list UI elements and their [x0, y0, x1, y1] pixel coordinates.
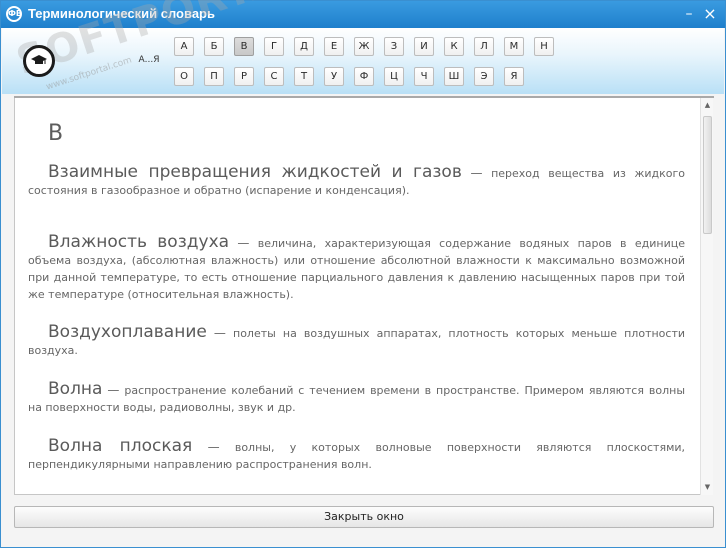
vertical-scrollbar[interactable]: ▲ ▼	[700, 98, 713, 495]
scrollbar-thumb[interactable]	[703, 116, 712, 234]
entry-term: Влажность воздуха	[48, 232, 230, 252]
entry-definition: распространение колебаний с течением вре…	[28, 384, 685, 414]
entry-dash: —	[207, 440, 220, 454]
entry-dash: —	[237, 236, 250, 250]
dictionary-entry: Влажность воздуха — величина, характериз…	[28, 234, 685, 303]
dictionary-window: ФВ Терминологический словарь – × SOFTPOR…	[0, 0, 726, 548]
scroll-down-arrow-icon[interactable]: ▼	[703, 483, 712, 492]
close-window-button[interactable]: ×	[701, 5, 719, 23]
letter-button-Т[interactable]: Т	[294, 67, 314, 86]
app-icon: ФВ	[6, 6, 22, 22]
letter-button-Ж[interactable]: Ж	[354, 37, 374, 56]
letter-button-М[interactable]: М	[504, 37, 524, 56]
letter-button-Н[interactable]: Н	[534, 37, 554, 56]
dictionary-entry: Волна плоская — волны, у которых волновы…	[28, 438, 685, 473]
letter-button-А[interactable]: А	[174, 37, 194, 56]
entry-term: Взаимные превращения жидкостей и газов	[48, 162, 462, 182]
letter-button-Ч[interactable]: Ч	[414, 67, 434, 86]
dictionary-entry: Волна — распространение колебаний с тече…	[28, 381, 685, 416]
letter-button-С[interactable]: С	[264, 67, 284, 86]
letter-button-У[interactable]: У	[324, 67, 344, 86]
letter-button-Ш[interactable]: Ш	[444, 67, 464, 86]
letter-button-О[interactable]: О	[174, 67, 194, 86]
entry-term: Воздухоплавание	[48, 322, 207, 342]
entry-term: Волна	[48, 379, 103, 399]
dictionary-entry: Воздухоплавание — полеты на воздушных ап…	[28, 324, 685, 359]
letter-button-Л[interactable]: Л	[474, 37, 494, 56]
entry-dash: —	[213, 326, 226, 340]
dictionary-content[interactable]: В Взаимные превращения жидкостей и газов…	[14, 98, 700, 495]
minimize-button[interactable]: –	[680, 5, 698, 23]
letter-button-К[interactable]: К	[444, 37, 464, 56]
entry-dash: —	[470, 166, 483, 180]
close-window-footer-button[interactable]: Закрыть окно	[14, 506, 714, 528]
letter-button-Ф[interactable]: Ф	[354, 67, 374, 86]
letter-button-Б[interactable]: Б	[204, 37, 224, 56]
entry-dash: —	[107, 383, 120, 397]
section-letter-heading: В	[48, 121, 64, 146]
letter-button-И[interactable]: И	[414, 37, 434, 56]
letter-button-Э[interactable]: Э	[474, 67, 494, 86]
entry-term: Волна плоская	[48, 436, 193, 456]
letter-button-Д[interactable]: Д	[294, 37, 314, 56]
dictionary-entry: Взаимные превращения жидкостей и газов —…	[28, 164, 685, 199]
letter-button-З[interactable]: З	[384, 37, 404, 56]
letter-button-П[interactable]: П	[204, 67, 224, 86]
letter-button-В[interactable]: В	[234, 37, 254, 56]
letter-button-Р[interactable]: Р	[234, 67, 254, 86]
letter-button-Г[interactable]: Г	[264, 37, 284, 56]
letter-button-Я[interactable]: Я	[504, 67, 524, 86]
graduation-cap-icon	[23, 45, 55, 77]
all-letters-button[interactable]: А...Я	[132, 52, 166, 68]
letter-button-Е[interactable]: Е	[324, 37, 344, 56]
letter-button-Ц[interactable]: Ц	[384, 67, 404, 86]
scroll-up-arrow-icon[interactable]: ▲	[703, 101, 712, 110]
